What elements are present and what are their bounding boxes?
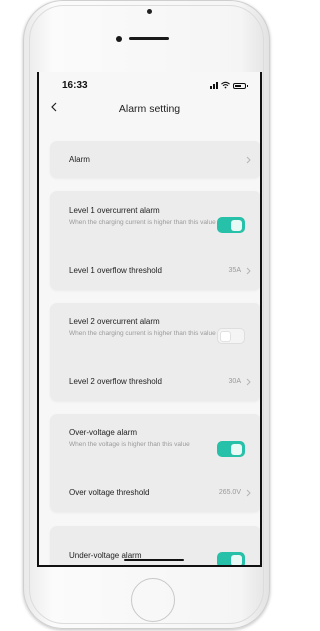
alarm-label: Alarm [69, 155, 90, 164]
overvoltage-toggle[interactable] [217, 441, 245, 457]
wifi-icon [221, 81, 230, 89]
level1-threshold-value[interactable]: 35A [229, 267, 241, 274]
level1-desc: When the charging current is higher than… [69, 219, 216, 226]
chevron-right-icon [246, 489, 251, 497]
level2-desc: When the charging current is higher than… [69, 330, 216, 337]
overvoltage-card: Over-voltage alarm When the voltage is h… [50, 414, 260, 512]
status-icons [210, 81, 248, 89]
level2-toggle[interactable] [217, 328, 245, 344]
level1-toggle[interactable] [217, 217, 245, 233]
level2-threshold-label[interactable]: Level 2 overflow threshold [69, 377, 162, 386]
level1-threshold-label[interactable]: Level 1 overflow threshold [69, 266, 162, 275]
overvoltage-title: Over-voltage alarm [69, 428, 138, 437]
level2-card: Level 2 overcurrent alarm When the charg… [50, 303, 260, 401]
chevron-right-icon [246, 156, 251, 164]
earpiece-speaker [129, 37, 169, 40]
overvoltage-desc: When the voltage is higher than this val… [69, 441, 190, 448]
chevron-right-icon [246, 267, 251, 275]
alarm-row[interactable]: Alarm [50, 141, 260, 178]
overvoltage-threshold-value[interactable]: 265.0V [219, 489, 241, 496]
signal-icon [210, 82, 218, 89]
chevron-right-icon [246, 378, 251, 386]
undervoltage-toggle[interactable] [217, 552, 245, 565]
overvoltage-threshold-label[interactable]: Over voltage threshold [69, 488, 150, 497]
level2-threshold-value[interactable]: 30A [229, 378, 241, 385]
level1-card: Level 1 overcurrent alarm When the charg… [50, 191, 260, 290]
top-sensor [147, 9, 152, 14]
status-bar: 16:33 [39, 72, 260, 94]
battery-icon [233, 83, 248, 89]
app-screen: 16:33 Alarm setting Alarm Level 1 overcu… [37, 72, 262, 567]
nav-bar: Alarm setting [39, 94, 260, 124]
home-button[interactable] [131, 578, 175, 622]
front-camera [116, 36, 122, 42]
page-title: Alarm setting [118, 103, 181, 115]
home-indicator [124, 559, 184, 561]
level1-title: Level 1 overcurrent alarm [69, 206, 160, 215]
status-time: 16:33 [62, 80, 88, 91]
level2-title: Level 2 overcurrent alarm [69, 317, 160, 326]
